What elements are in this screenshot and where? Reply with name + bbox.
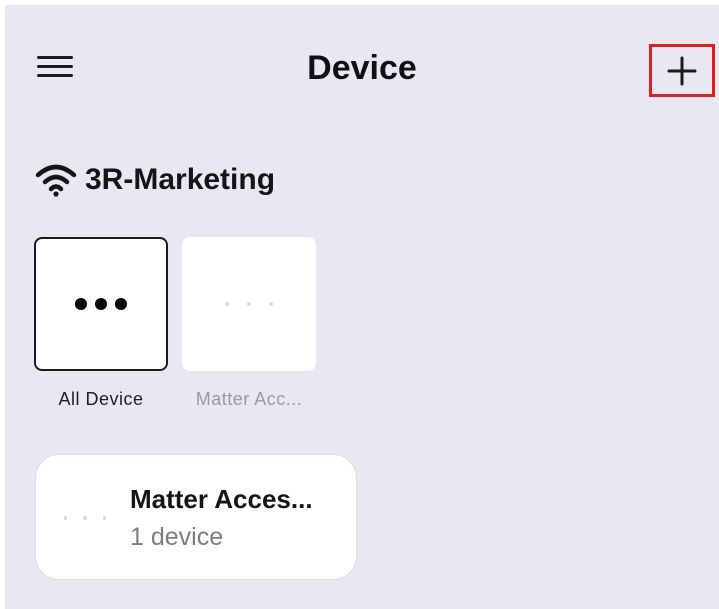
app-header: Device [5, 5, 719, 125]
category-label-matter-accessories: Matter Acc... [195, 389, 303, 409]
network-name: 3R-Marketing [85, 163, 276, 196]
network-selector[interactable]: 3R-Marketing [35, 160, 275, 200]
group-name: Matter Acces... [130, 484, 313, 514]
category-label-all-device: All Device [58, 389, 144, 409]
device-group-card[interactable]: Matter Acces... 1 device [35, 454, 357, 580]
page-title: Device [307, 49, 417, 87]
add-device-button[interactable] [649, 44, 715, 97]
device-screen: Device 3R-Marketing All Device Matter Ac… [5, 5, 719, 609]
category-tile-matter-accessories[interactable] [182, 237, 316, 371]
more-dots-icon [36, 298, 166, 310]
placeholder-dots-icon [64, 516, 106, 520]
category-tile-all-device[interactable] [34, 237, 168, 371]
wifi-icon [35, 164, 77, 197]
placeholder-dots-icon [182, 302, 316, 306]
plus-icon [667, 56, 697, 85]
group-device-count: 1 device [130, 523, 224, 551]
